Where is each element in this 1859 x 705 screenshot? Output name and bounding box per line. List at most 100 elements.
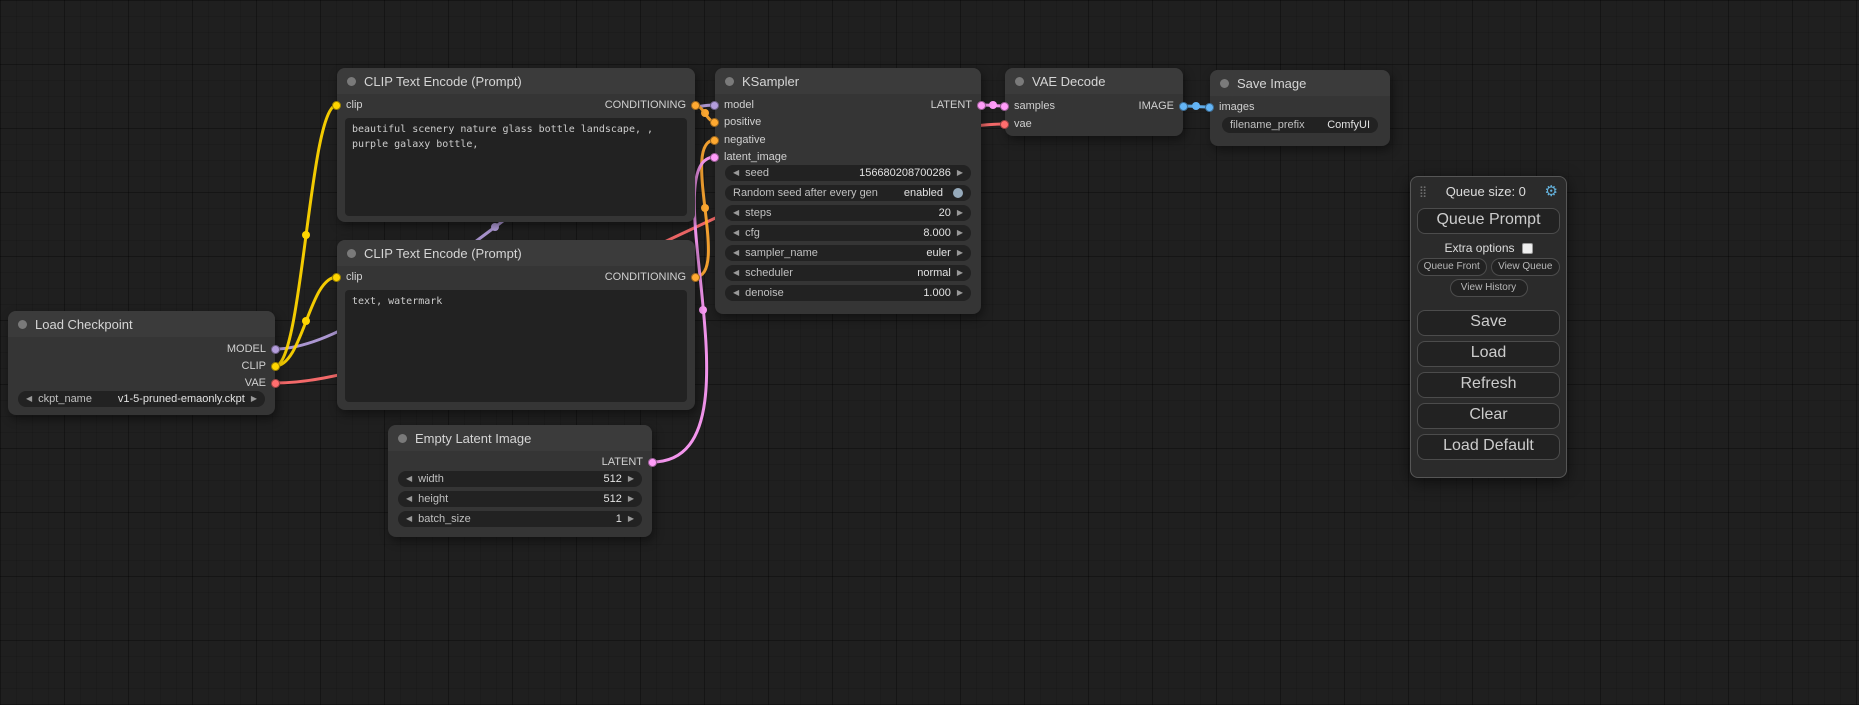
widget-height[interactable]: ◀ height 512 ▶ <box>398 491 642 507</box>
output-port-latent: LATENT <box>931 98 986 112</box>
increment-arrow-icon[interactable]: ▶ <box>628 515 634 523</box>
increment-arrow-icon[interactable]: ▶ <box>251 395 257 403</box>
settings-gear-icon[interactable]: ⚙ <box>1545 184 1558 199</box>
clip-port-dot[interactable] <box>332 101 341 110</box>
input-port-clip: clip <box>332 270 363 284</box>
latent-port-dot[interactable] <box>1000 102 1009 111</box>
port-label: CLIP <box>242 360 266 372</box>
latent-port-dot[interactable] <box>710 153 719 162</box>
node-title-bar[interactable]: KSampler <box>715 68 981 94</box>
load-default-button[interactable]: Load Default <box>1417 434 1560 460</box>
view-history-button[interactable]: View History <box>1450 279 1528 297</box>
conditioning-port-dot[interactable] <box>691 101 700 110</box>
increment-arrow-icon[interactable]: ▶ <box>628 475 634 483</box>
port-label: clip <box>346 271 363 283</box>
conditioning-port-dot[interactable] <box>691 273 700 282</box>
increment-arrow-icon[interactable]: ▶ <box>957 229 963 237</box>
vae-port-dot[interactable] <box>1000 120 1009 129</box>
increment-arrow-icon[interactable]: ▶ <box>957 269 963 277</box>
increment-arrow-icon[interactable]: ▶ <box>628 495 634 503</box>
node-collapse-dot[interactable] <box>347 249 356 258</box>
prompt-textarea[interactable]: beautiful scenery nature glass bottle la… <box>345 118 687 216</box>
widget-seed[interactable]: ◀ seed 156680208700286 ▶ <box>725 165 971 181</box>
decrement-arrow-icon[interactable]: ◀ <box>406 515 412 523</box>
node-title-bar[interactable]: CLIP Text Encode (Prompt) <box>337 240 695 266</box>
node-clip-text-encode-negative[interactable]: CLIP Text Encode (Prompt) clip CONDITION… <box>337 240 695 410</box>
clear-button[interactable]: Clear <box>1417 403 1560 429</box>
node-collapse-dot[interactable] <box>1220 79 1229 88</box>
node-title-bar[interactable]: Save Image <box>1210 70 1390 96</box>
widget-value: 20 <box>939 207 951 219</box>
decrement-arrow-icon[interactable]: ◀ <box>733 249 739 257</box>
widget-sampler-name[interactable]: ◀ sampler_name euler ▶ <box>725 245 971 261</box>
refresh-button[interactable]: Refresh <box>1417 372 1560 398</box>
widget-width[interactable]: ◀ width 512 ▶ <box>398 471 642 487</box>
widget-label: steps <box>745 207 771 219</box>
extra-options-checkbox[interactable] <box>1522 243 1533 254</box>
widget-ckpt-name[interactable]: ◀ ckpt_name v1-5-pruned-emaonly.ckpt ▶ <box>18 391 265 407</box>
prompt-textarea[interactable]: text, watermark <box>345 290 687 402</box>
image-port-dot[interactable] <box>1205 103 1214 112</box>
model-port-dot[interactable] <box>710 101 719 110</box>
node-collapse-dot[interactable] <box>398 434 407 443</box>
widget-denoise[interactable]: ◀ denoise 1.000 ▶ <box>725 285 971 301</box>
queue-prompt-button[interactable]: Queue Prompt <box>1417 208 1560 234</box>
latent-port-dot[interactable] <box>977 101 986 110</box>
decrement-arrow-icon[interactable]: ◀ <box>733 169 739 177</box>
widget-cfg[interactable]: ◀ cfg 8.000 ▶ <box>725 225 971 241</box>
widget-random-seed-toggle[interactable]: Random seed after every gen enabled <box>725 185 971 201</box>
queue-front-button[interactable]: Queue Front <box>1417 258 1487 276</box>
save-button[interactable]: Save <box>1417 310 1560 336</box>
widget-filename-prefix[interactable]: filename_prefix ComfyUI <box>1222 117 1378 133</box>
drag-handle-icon[interactable]: ⣿ <box>1419 185 1427 198</box>
node-vae-decode[interactable]: VAE Decode samples vae IMAGE <box>1005 68 1183 136</box>
port-label: IMAGE <box>1139 100 1174 112</box>
node-title-bar[interactable]: Empty Latent Image <box>388 425 652 451</box>
node-collapse-dot[interactable] <box>347 77 356 86</box>
node-collapse-dot[interactable] <box>1015 77 1024 86</box>
node-save-image[interactable]: Save Image images filename_prefix ComfyU… <box>1210 70 1390 146</box>
decrement-arrow-icon[interactable]: ◀ <box>733 209 739 217</box>
conditioning-port-dot[interactable] <box>710 136 719 145</box>
node-clip-text-encode-positive[interactable]: CLIP Text Encode (Prompt) clip CONDITION… <box>337 68 695 222</box>
node-collapse-dot[interactable] <box>18 320 27 329</box>
clip-port-dot[interactable] <box>332 273 341 282</box>
decrement-arrow-icon[interactable]: ◀ <box>733 229 739 237</box>
increment-arrow-icon[interactable]: ▶ <box>957 169 963 177</box>
view-queue-button[interactable]: View Queue <box>1491 258 1561 276</box>
load-button[interactable]: Load <box>1417 341 1560 367</box>
widget-steps[interactable]: ◀ steps 20 ▶ <box>725 205 971 221</box>
wire-clip2-midpoint <box>302 317 310 325</box>
node-graph-canvas[interactable]: Load Checkpoint MODEL CLIP VAE ◀ ckpt_na… <box>0 0 1859 705</box>
decrement-arrow-icon[interactable]: ◀ <box>406 475 412 483</box>
model-port-dot[interactable] <box>271 345 280 354</box>
port-label: model <box>724 99 754 111</box>
increment-arrow-icon[interactable]: ▶ <box>957 249 963 257</box>
clip-port-dot[interactable] <box>271 362 280 371</box>
comfy-menu-panel: ⣿ Queue size: 0 ⚙ Queue Prompt Extra opt… <box>1410 176 1567 478</box>
decrement-arrow-icon[interactable]: ◀ <box>406 495 412 503</box>
output-port-vae: VAE <box>245 376 280 390</box>
decrement-arrow-icon[interactable]: ◀ <box>733 269 739 277</box>
image-port-dot[interactable] <box>1179 102 1188 111</box>
latent-port-dot[interactable] <box>648 458 657 467</box>
node-load-checkpoint[interactable]: Load Checkpoint MODEL CLIP VAE ◀ ckpt_na… <box>8 311 275 415</box>
widget-value: 1 <box>616 513 622 525</box>
widget-scheduler[interactable]: ◀ scheduler normal ▶ <box>725 265 971 281</box>
input-port-latent-image: latent_image <box>710 150 787 164</box>
node-empty-latent-image[interactable]: Empty Latent Image LATENT ◀ width 512 ▶ … <box>388 425 652 537</box>
toggle-knob-icon[interactable] <box>953 188 963 198</box>
widget-value: 1.000 <box>923 287 951 299</box>
node-title-bar[interactable]: Load Checkpoint <box>8 311 275 337</box>
node-title-bar[interactable]: VAE Decode <box>1005 68 1183 94</box>
decrement-arrow-icon[interactable]: ◀ <box>26 395 32 403</box>
node-title-bar[interactable]: CLIP Text Encode (Prompt) <box>337 68 695 94</box>
decrement-arrow-icon[interactable]: ◀ <box>733 289 739 297</box>
node-collapse-dot[interactable] <box>725 77 734 86</box>
increment-arrow-icon[interactable]: ▶ <box>957 289 963 297</box>
conditioning-port-dot[interactable] <box>710 118 719 127</box>
increment-arrow-icon[interactable]: ▶ <box>957 209 963 217</box>
node-ksampler[interactable]: KSampler model positive negative latent_… <box>715 68 981 314</box>
vae-port-dot[interactable] <box>271 379 280 388</box>
widget-batch-size[interactable]: ◀ batch_size 1 ▶ <box>398 511 642 527</box>
